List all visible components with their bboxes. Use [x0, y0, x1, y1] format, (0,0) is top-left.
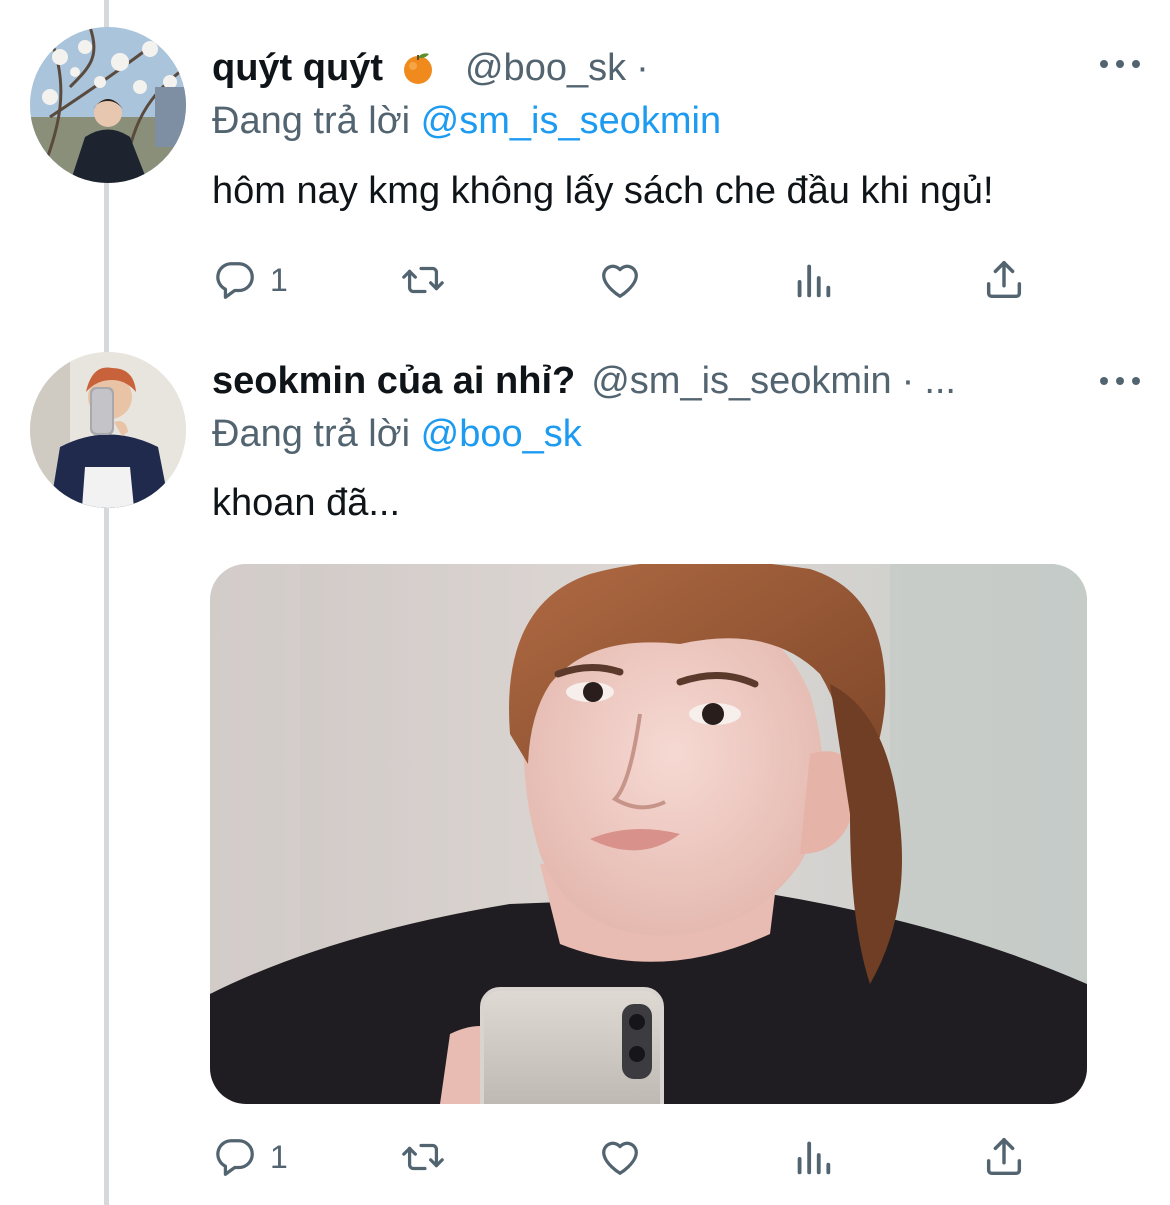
- tweet-actions: 1: [212, 1132, 1042, 1182]
- replying-to: Đang trả lời @boo_sk: [212, 413, 582, 456]
- tweet-header: quýt quýt @boo_sk ·: [212, 40, 1140, 96]
- retweet-icon: [402, 266, 444, 294]
- reply-count: 1: [270, 1138, 288, 1175]
- mention-link[interactable]: @boo_sk: [421, 413, 582, 455]
- avatar-image: [30, 27, 186, 183]
- reply-icon: [216, 1139, 254, 1176]
- separator-dot: ·: [636, 46, 649, 89]
- avatar-image: [30, 352, 186, 508]
- mention-link[interactable]: @sm_is_seokmin: [421, 100, 721, 142]
- analytics-icon: [797, 264, 831, 298]
- avatar[interactable]: [30, 27, 186, 183]
- tweet-text: hôm nay kmg không lấy sách che đầu khi n…: [212, 170, 994, 212]
- user-handle[interactable]: @boo_sk: [465, 47, 626, 90]
- reply-button[interactable]: 1: [212, 255, 288, 305]
- views-button[interactable]: [790, 1132, 836, 1182]
- retweet-button[interactable]: [400, 255, 446, 305]
- more-icon[interactable]: [1100, 54, 1140, 74]
- replying-to: Đang trả lời @sm_is_seokmin: [212, 100, 721, 143]
- analytics-icon: [797, 1141, 831, 1175]
- share-button[interactable]: [981, 1132, 1027, 1182]
- share-icon: [986, 261, 1022, 299]
- tweet-actions: 1: [212, 255, 1042, 305]
- truncation-text: ...: [924, 359, 956, 402]
- reply-icon: [216, 262, 254, 299]
- like-button[interactable]: [597, 1132, 643, 1182]
- tweet-header: seokmin của ai nhỉ? @sm_is_seokmin · ...: [212, 353, 1140, 409]
- retweet-icon: [402, 1143, 444, 1171]
- reply-count: 1: [270, 261, 288, 298]
- display-name[interactable]: seokmin của ai nhỉ?: [212, 360, 575, 403]
- tweet-text: khoan đã...: [212, 482, 401, 524]
- separator-dot: ·: [901, 359, 915, 402]
- heart-icon: [602, 264, 638, 298]
- reply-button[interactable]: 1: [212, 1132, 288, 1182]
- tangerine-icon: [401, 51, 435, 85]
- share-button[interactable]: [981, 255, 1027, 305]
- like-button[interactable]: [597, 255, 643, 305]
- replying-prefix: Đang trả lời: [212, 100, 411, 142]
- photo: [210, 564, 1087, 1104]
- replying-prefix: Đang trả lời: [212, 413, 411, 455]
- more-icon[interactable]: [1100, 371, 1140, 391]
- display-name[interactable]: quýt quýt: [212, 47, 383, 90]
- retweet-button[interactable]: [400, 1132, 446, 1182]
- heart-icon: [602, 1141, 638, 1175]
- user-handle[interactable]: @sm_is_seokmin: [591, 360, 891, 403]
- avatar[interactable]: [30, 352, 186, 508]
- tweet-media-image[interactable]: [210, 564, 1087, 1104]
- share-icon: [986, 1138, 1022, 1176]
- views-button[interactable]: [790, 255, 836, 305]
